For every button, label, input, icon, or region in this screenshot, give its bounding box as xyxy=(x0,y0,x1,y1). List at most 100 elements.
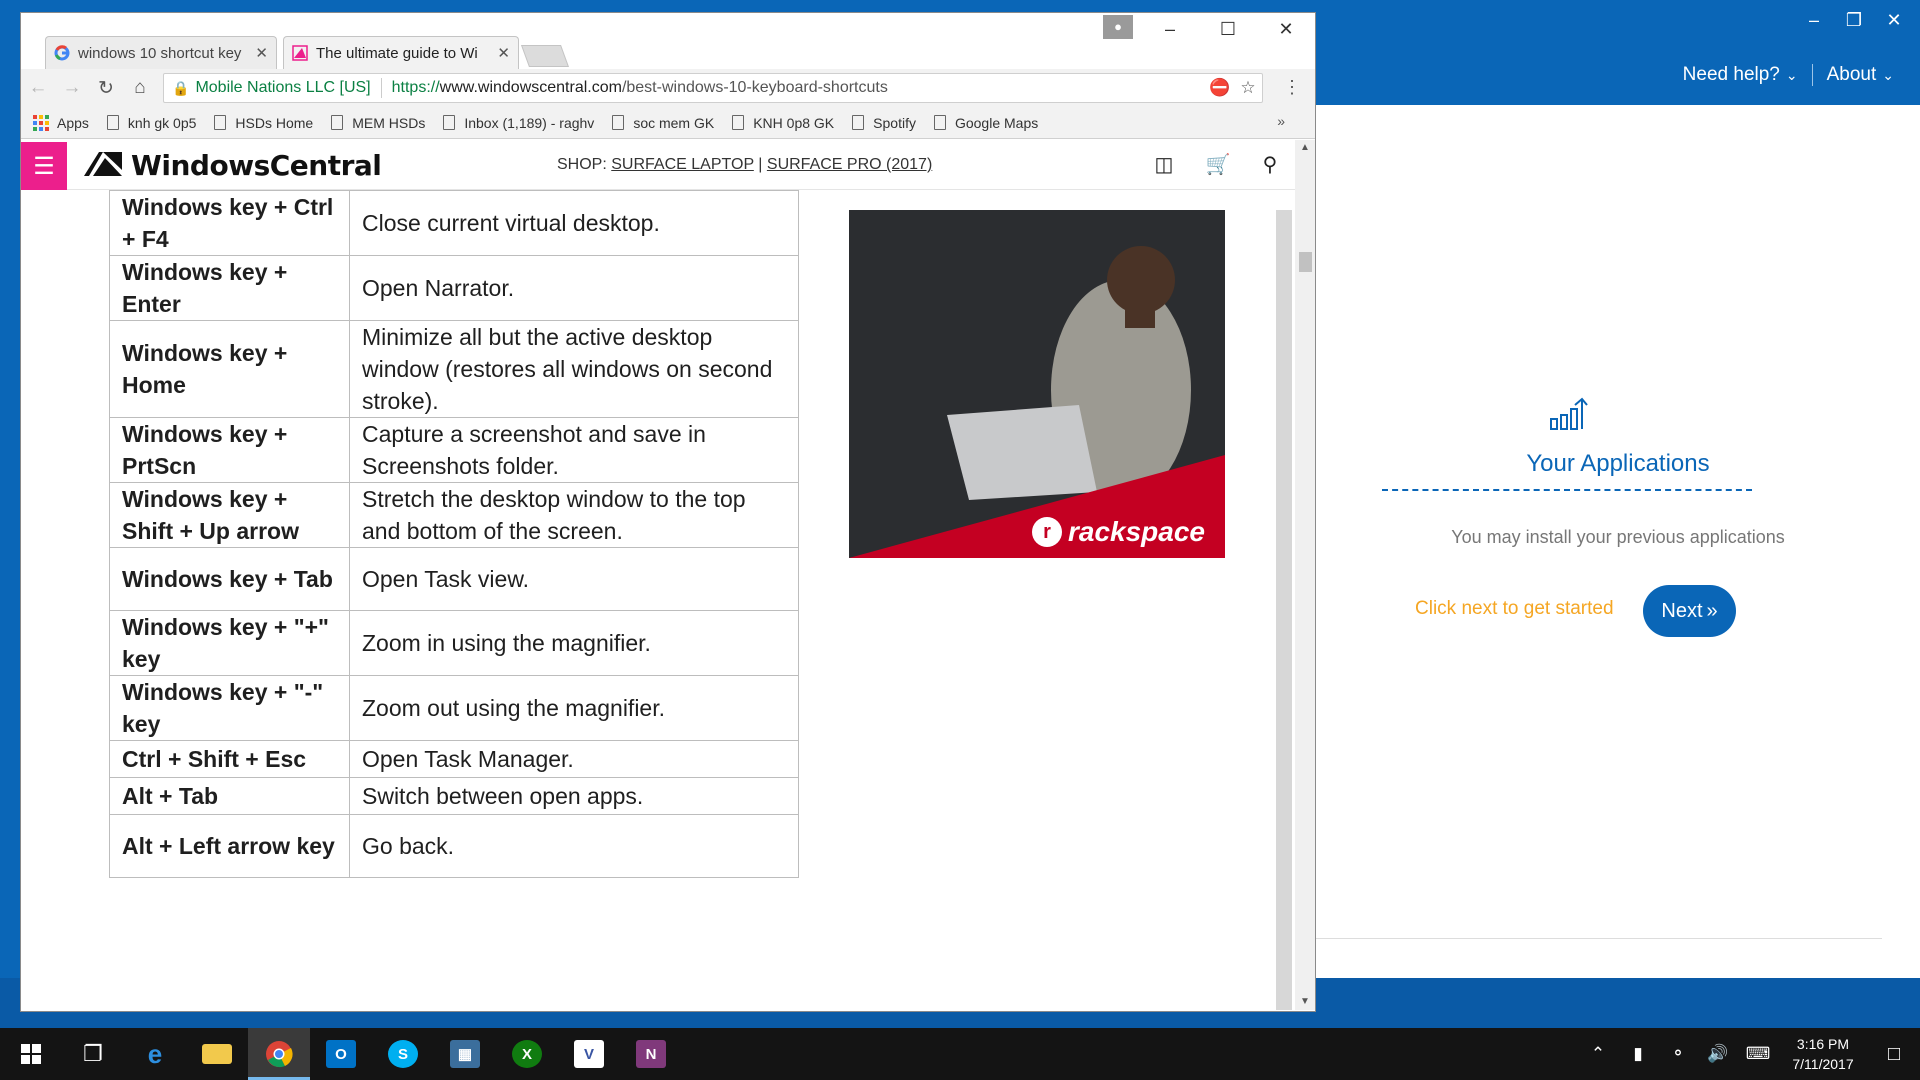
minimize-icon[interactable]: – xyxy=(1804,10,1824,31)
shortcut-description: Open Task view. xyxy=(349,547,799,611)
table-row: Windows key + Tab Open Task view. xyxy=(109,547,799,611)
bookmark-label: Spotify xyxy=(873,114,916,131)
next-button[interactable]: Next » xyxy=(1643,585,1736,637)
page-icon xyxy=(331,115,344,130)
bookmark-item[interactable]: MEM HSDs xyxy=(331,115,425,131)
close-tab-icon[interactable]: ✕ xyxy=(255,44,268,62)
bookmark-item[interactable]: soc mem GK xyxy=(612,115,714,131)
clock[interactable]: 3:16 PM 7/11/2017 xyxy=(1778,1034,1868,1074)
chevron-up-icon[interactable]: ⌃ xyxy=(1578,1044,1618,1064)
shop-link-surface-laptop[interactable]: SURFACE LAPTOP xyxy=(611,156,754,173)
page-icon xyxy=(106,115,119,130)
start-button[interactable] xyxy=(0,1028,62,1080)
close-icon[interactable]: ✕ xyxy=(1257,13,1315,45)
tab-title: windows 10 shortcut key xyxy=(78,44,242,62)
scroll-thumb[interactable] xyxy=(1299,252,1312,272)
bookmark-star-icon[interactable]: ☆ xyxy=(1234,78,1262,98)
shortcut-key: Windows key + Enter xyxy=(109,255,350,321)
bookmark-item[interactable]: Google Maps xyxy=(933,115,1038,131)
battery-icon[interactable]: ▮ xyxy=(1618,1044,1658,1064)
chrome-icon[interactable] xyxy=(248,1028,310,1080)
table-row: Windows key + Enter Open Narrator. xyxy=(109,255,799,321)
shortcut-key: Windows key + Shift + Up arrow xyxy=(109,482,350,548)
home-icon[interactable]: ⌂ xyxy=(123,73,157,103)
search-icon[interactable]: ⚲ xyxy=(1257,152,1283,178)
windows-taskbar: ❐ e O S ▦ X V N ⌃ ▮ ⚬ 🔊 ⌨ 3:16 PM 7/11/2… xyxy=(0,1028,1920,1080)
visio-icon[interactable]: V xyxy=(558,1028,620,1080)
wifi-icon[interactable]: ⚬ xyxy=(1658,1044,1698,1064)
bookmark-item[interactable]: Inbox (1,189) - raghv xyxy=(443,115,594,131)
window-controls: – ☐ ✕ xyxy=(1141,13,1315,45)
more-bookmarks-button[interactable]: » xyxy=(1277,113,1285,129)
bookmark-label: MEM HSDs xyxy=(352,114,426,131)
maximize-icon[interactable]: ☐ xyxy=(1199,13,1257,45)
tab-windowscentral[interactable]: The ultimate guide to Wi ✕ xyxy=(283,36,519,69)
apps-grid-icon xyxy=(33,114,49,131)
about-menu[interactable]: About ⌄ xyxy=(1827,64,1894,86)
outlook-icon[interactable]: O xyxy=(310,1028,372,1080)
url-host: www.windowscentral.com xyxy=(439,79,622,96)
scroll-down-icon[interactable]: ▼ xyxy=(1295,994,1315,1010)
bookmark-item[interactable]: Spotify xyxy=(852,115,916,131)
tab-google-search[interactable]: windows 10 shortcut key ✕ xyxy=(45,36,277,69)
chevron-down-icon: ⌄ xyxy=(1882,67,1894,83)
bookmark-apps[interactable]: Apps xyxy=(33,114,89,131)
edge-icon[interactable]: e xyxy=(124,1028,186,1080)
new-tab-button[interactable] xyxy=(520,45,570,67)
rackspace-mark-icon: r xyxy=(1031,517,1062,547)
shop-links: SHOP: SURFACE LAPTOP | SURFACE PRO (2017… xyxy=(557,156,932,174)
address-bar[interactable]: 🔒 Mobile Nations LLC [US] https://www.wi… xyxy=(163,73,1263,103)
onenote-icon[interactable]: N xyxy=(620,1028,682,1080)
restore-icon[interactable]: ❐ xyxy=(1844,10,1864,31)
close-tab-icon[interactable]: ✕ xyxy=(497,44,510,62)
shortcut-key: Ctrl + Shift + Esc xyxy=(109,740,350,778)
table-row: Alt + Tab Switch between open apps. xyxy=(109,777,799,815)
blocked-content-icon[interactable]: ⛔ xyxy=(1206,78,1234,98)
task-view-icon[interactable]: ❐ xyxy=(62,1028,124,1080)
shop-link-surface-pro[interactable]: SURFACE PRO (2017) xyxy=(767,156,932,173)
scroll-up-icon[interactable]: ▲ xyxy=(1295,140,1315,156)
shopping-basket-icon[interactable]: 🛒 xyxy=(1205,152,1231,178)
back-icon[interactable]: ← xyxy=(21,73,55,103)
profile-icon[interactable]: ● xyxy=(1103,15,1133,39)
bookmark-item[interactable]: KNH 0p8 GK xyxy=(732,115,834,131)
page-icon xyxy=(612,115,625,130)
minimize-icon[interactable]: – xyxy=(1141,13,1199,45)
chrome-menu-icon[interactable]: ⋮ xyxy=(1283,77,1301,98)
keyboard-icon[interactable]: ⌨ xyxy=(1738,1044,1778,1064)
lock-icon[interactable]: 🔒 xyxy=(172,80,189,97)
shop-label: SHOP: xyxy=(557,156,607,173)
file-explorer-icon[interactable] xyxy=(186,1028,248,1080)
clock-time: 3:16 PM xyxy=(1796,1036,1850,1052)
page-scrollbar[interactable]: ▲ ▼ xyxy=(1295,140,1315,1010)
table-row: Windows key + Home Minimize all but the a… xyxy=(109,320,799,418)
site-logo-text: WindowsCentral xyxy=(131,148,382,182)
comments-icon[interactable]: ◫ xyxy=(1151,152,1177,178)
action-center-icon[interactable]: □ xyxy=(1868,1043,1920,1066)
ad-brand: rackspace xyxy=(1067,516,1205,547)
your-applications-title: Your Applications xyxy=(1526,450,1710,477)
bookmark-label: Apps xyxy=(57,114,89,131)
network-app-icon[interactable]: ▦ xyxy=(434,1028,496,1080)
dashed-divider xyxy=(1382,489,1752,491)
table-row: Windows key + "-" key Zoom out using the … xyxy=(109,675,799,741)
forward-icon[interactable]: → xyxy=(55,73,89,103)
url-text: https://www.windowscentral.com/best-wind… xyxy=(392,79,1206,97)
bookmark-item[interactable]: HSDs Home xyxy=(214,115,313,131)
bookmark-item[interactable]: knh gk 0p5 xyxy=(106,115,196,131)
shortcut-description: Close current virtual desktop. xyxy=(349,190,799,256)
close-icon[interactable]: ✕ xyxy=(1884,10,1904,31)
shortcut-key: Windows key + Home xyxy=(109,320,350,418)
advertisement-banner[interactable]: r rackspace xyxy=(849,210,1225,558)
xbox-icon[interactable]: X xyxy=(496,1028,558,1080)
get-started-prompt: Click next to get started xyxy=(1415,598,1614,619)
need-help-menu[interactable]: Need help? ⌄ xyxy=(1683,64,1798,86)
background-app-nav: Need help? ⌄ About ⌄ xyxy=(1683,64,1894,86)
reload-icon[interactable]: ↻ xyxy=(89,73,123,103)
ad-artwork xyxy=(849,246,1225,558)
your-applications-subtitle: You may install your previous applicatio… xyxy=(1451,527,1785,547)
hamburger-menu-icon[interactable]: ☰ xyxy=(21,142,67,190)
windowscentral-logo[interactable]: WindowsCentral xyxy=(83,148,382,182)
skype-icon[interactable]: S xyxy=(372,1028,434,1080)
volume-icon[interactable]: 🔊 xyxy=(1698,1044,1738,1064)
